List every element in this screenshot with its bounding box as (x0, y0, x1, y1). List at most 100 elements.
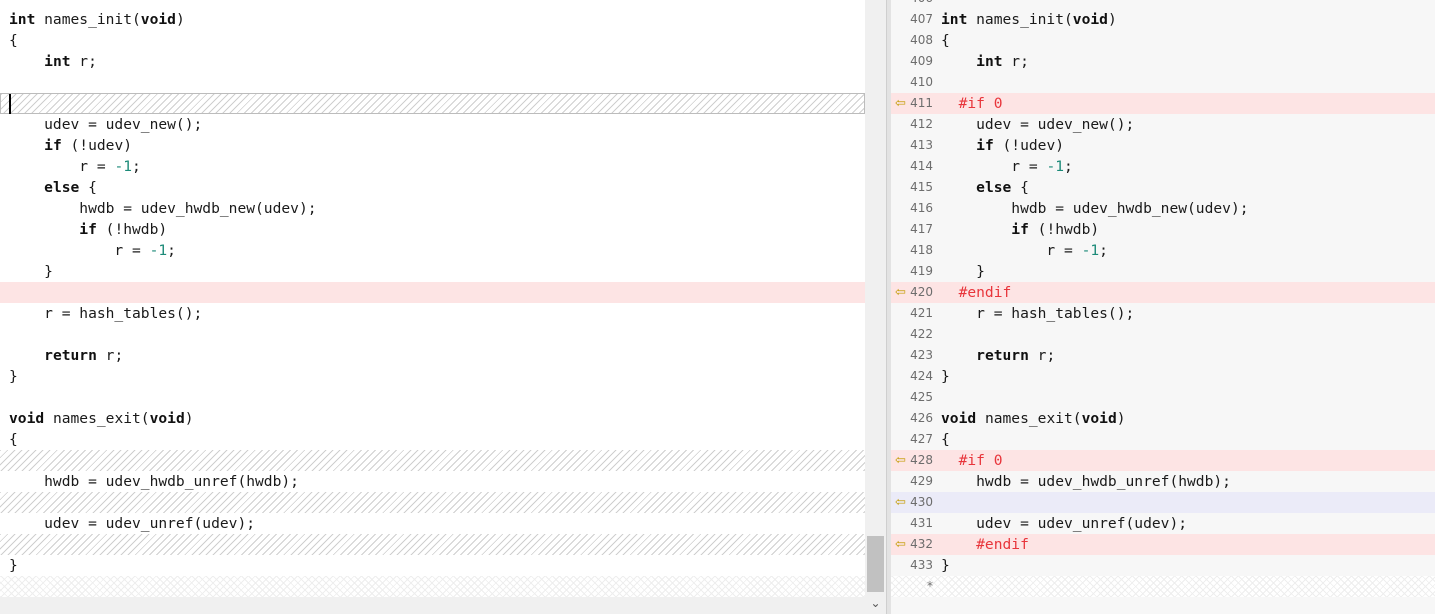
missing-line-placeholder[interactable] (0, 534, 865, 555)
code-line[interactable]: 406 (891, 0, 1435, 9)
code-line[interactable]: else { (0, 177, 865, 198)
code-line[interactable]: 413 if (!udev) (891, 135, 1435, 156)
line-number: 413 (910, 138, 933, 152)
code-text: udev = udev_new(); (9, 116, 203, 133)
code-line[interactable]: udev = udev_unref(udev); (0, 513, 865, 534)
code-line[interactable]: 431 udev = udev_unref(udev); (891, 513, 1435, 534)
line-number: 411 (910, 96, 933, 110)
code-line[interactable]: 412 udev = udev_new(); (891, 114, 1435, 135)
line-number: 428 (910, 453, 933, 467)
line-number: 406 (891, 0, 933, 9)
left-diff-pane[interactable]: int names_init(void) { int r; udev = ude… (0, 0, 865, 614)
code-text: } (9, 557, 18, 574)
code-text: int r; (44, 53, 97, 70)
code-line[interactable]: { (0, 429, 865, 450)
code-line[interactable]: int names_init(void) (0, 9, 865, 30)
vertical-scrollbar[interactable]: ⌄ (865, 0, 886, 614)
code-text: hwdb = udev_hwdb_new(udev); (941, 200, 1249, 217)
code-line[interactable] (0, 72, 865, 93)
code-line[interactable]: r = -1; (0, 240, 865, 261)
code-line[interactable]: 409 int r; (891, 51, 1435, 72)
diff-line-added[interactable]: ⇦ 411 #if 0 (891, 93, 1435, 114)
line-number: 417 (910, 222, 933, 236)
code-line[interactable]: 423 return r; (891, 345, 1435, 366)
code-line[interactable]: { (0, 30, 865, 51)
line-number: 424 (910, 369, 933, 383)
code-line[interactable]: 419 } (891, 261, 1435, 282)
code-text: #endif (941, 536, 1029, 553)
line-number: 421 (910, 306, 933, 320)
missing-line-placeholder[interactable] (0, 450, 865, 471)
code-text: else { (44, 179, 97, 196)
code-text: } (9, 368, 18, 385)
code-text: } (941, 368, 950, 385)
line-number: 429 (910, 474, 933, 488)
code-line[interactable]: 418 r = -1; (891, 240, 1435, 261)
diff-line-added[interactable]: ⇦ 420 #endif (891, 282, 1435, 303)
code-line[interactable]: 424 } (891, 366, 1435, 387)
line-number: 407 (910, 12, 933, 26)
diff-line-added[interactable]: ⇦ 432 #endif (891, 534, 1435, 555)
code-text: hwdb = udev_hwdb_unref(hwdb); (941, 473, 1231, 490)
scroll-down-icon[interactable]: ⌄ (865, 593, 886, 614)
right-diff-pane[interactable]: 406 407 int names_init(void) 408 { 409 i… (891, 0, 1435, 614)
code-text: r = hash_tables(); (9, 305, 203, 322)
line-number: 414 (910, 159, 933, 173)
code-line[interactable]: if (!udev) (0, 135, 865, 156)
code-line[interactable]: 414 r = -1; (891, 156, 1435, 177)
code-line[interactable]: 433 } (891, 555, 1435, 576)
code-line[interactable]: 429 hwdb = udev_hwdb_unref(hwdb); (891, 471, 1435, 492)
code-line[interactable]: } (0, 261, 865, 282)
missing-line-placeholder[interactable] (0, 492, 865, 513)
code-line[interactable]: 417 if (!hwdb) (891, 219, 1435, 240)
code-line[interactable] (0, 387, 865, 408)
code-text: hwdb = udev_hwdb_unref(hwdb); (9, 473, 299, 490)
diff-line-deleted[interactable] (0, 282, 865, 303)
code-line[interactable]: } (0, 366, 865, 387)
line-number: 431 (910, 516, 933, 530)
code-line[interactable]: return r; (0, 345, 865, 366)
code-line[interactable]: 408 { (891, 30, 1435, 51)
code-text: void names_exit(void) (941, 410, 1126, 427)
horizontal-scrollbar[interactable] (0, 597, 865, 614)
code-line[interactable]: udev = udev_new(); (0, 114, 865, 135)
code-text: } (941, 557, 950, 574)
code-line[interactable]: if (!hwdb) (0, 219, 865, 240)
line-number: 419 (910, 264, 933, 278)
code-line[interactable]: 426 void names_exit(void) (891, 408, 1435, 429)
code-line[interactable] (0, 324, 865, 345)
scrollbar-thumb[interactable] (867, 536, 884, 592)
code-text: } (9, 263, 53, 280)
code-line[interactable]: hwdb = udev_hwdb_new(udev); (0, 198, 865, 219)
diff-line-changed[interactable]: ⇦ 430 (891, 492, 1435, 513)
code-line[interactable]: 415 else { (891, 177, 1435, 198)
code-line[interactable]: 425 (891, 387, 1435, 408)
code-line[interactable]: 427 { (891, 429, 1435, 450)
end-of-file-filler: * (891, 576, 1435, 597)
line-number: 433 (910, 558, 933, 572)
code-line[interactable]: 410 (891, 72, 1435, 93)
code-line[interactable]: 421 r = hash_tables(); (891, 303, 1435, 324)
code-line[interactable]: 416 hwdb = udev_hwdb_new(udev); (891, 198, 1435, 219)
missing-line-placeholder[interactable] (0, 93, 865, 114)
code-line[interactable]: 407 int names_init(void) (891, 9, 1435, 30)
line-number: 412 (910, 117, 933, 131)
code-text: if (!hwdb) (1011, 221, 1100, 238)
code-line[interactable]: } (0, 555, 865, 576)
line-number: 422 (910, 327, 933, 341)
line-number: 420 (910, 285, 933, 299)
code-line[interactable]: void names_exit(void) (0, 408, 865, 429)
code-line[interactable]: 422 (891, 324, 1435, 345)
code-text: void names_exit(void) (9, 410, 194, 427)
code-line[interactable]: int r; (0, 51, 865, 72)
line-number: 410 (910, 75, 933, 89)
code-text: return r; (44, 347, 124, 364)
code-line[interactable]: hwdb = udev_hwdb_unref(hwdb); (0, 471, 865, 492)
code-line[interactable]: r = -1; (0, 156, 865, 177)
line-number: 408 (910, 33, 933, 47)
code-text: r = -1; (9, 242, 176, 259)
line-number: 418 (910, 243, 933, 257)
line-number: 427 (910, 432, 933, 446)
code-line[interactable]: r = hash_tables(); (0, 303, 865, 324)
diff-line-added[interactable]: ⇦ 428 #if 0 (891, 450, 1435, 471)
